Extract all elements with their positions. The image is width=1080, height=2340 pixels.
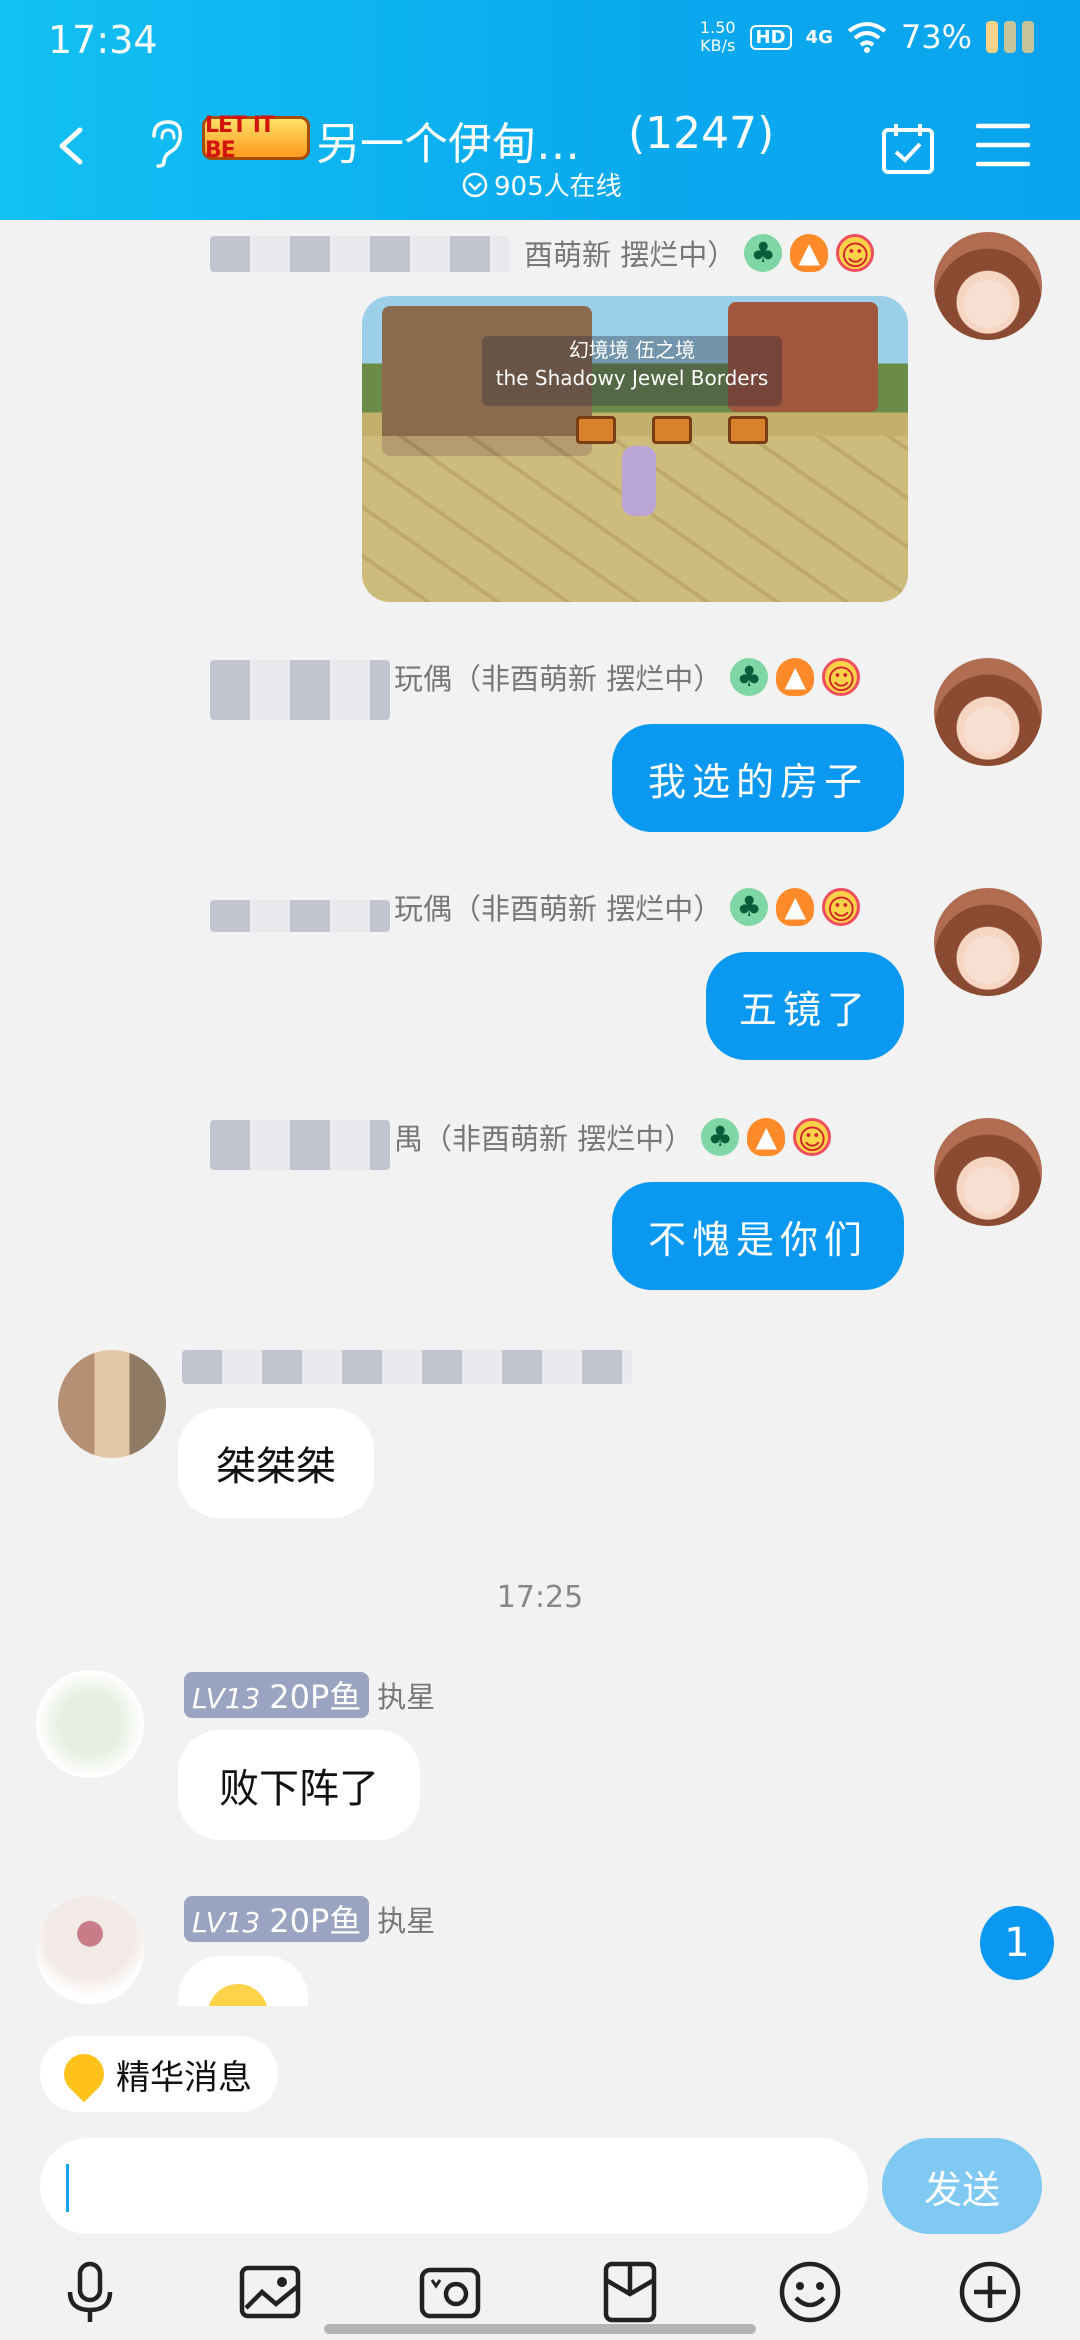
- battery-percent: 73%: [900, 18, 972, 56]
- text-caret: [66, 2164, 69, 2212]
- essence-messages-button[interactable]: 精华消息: [40, 2036, 278, 2112]
- level-text: LV13: [192, 1906, 261, 1939]
- sender-name: 禺（非酉萌新 摆烂中） ♣ ▲ ☺: [394, 1116, 832, 1158]
- online-status: 905人在线: [462, 166, 622, 203]
- dragon-badge-icon: ♣: [730, 658, 769, 696]
- avatar[interactable]: [934, 1118, 1042, 1226]
- ear-icon[interactable]: [146, 118, 186, 168]
- sender-info: LV13 20P鱼 执星: [184, 1672, 435, 1718]
- file-icon[interactable]: [596, 2258, 664, 2326]
- fire-badge-icon: ▲: [776, 888, 815, 926]
- status-bar: 17:34 1.50 KB/s HD 4G 73%: [0, 0, 1080, 80]
- message-input[interactable]: [40, 2138, 868, 2234]
- blurred-sender-name: [182, 1350, 632, 1384]
- sender-name-text: 酉萌新 摆烂中）: [524, 238, 737, 272]
- group-title[interactable]: 另一个伊甸…: [316, 108, 580, 172]
- hd-badge: HD: [749, 24, 792, 50]
- fire-badge-icon: ▲: [747, 1118, 786, 1156]
- group-logo: LET IT BE: [202, 113, 310, 163]
- avatar[interactable]: [934, 888, 1042, 996]
- image-chest: [652, 416, 692, 444]
- online-check-icon: [462, 172, 488, 197]
- battery-icon: [986, 21, 1050, 53]
- blurred-sender-name: [210, 1120, 390, 1170]
- message-bubble[interactable]: [178, 1956, 308, 2006]
- wifi-icon: [847, 22, 887, 53]
- avatar[interactable]: [934, 232, 1042, 340]
- dragon-badge-icon: ♣: [744, 234, 783, 272]
- dragon-badge-icon: ♣: [730, 888, 769, 926]
- game-screenshot-image[interactable]: 幻境境 伍之境 the Shadowy Jewel Borders: [362, 296, 908, 602]
- smile-badge-icon: ☺: [822, 658, 861, 696]
- message-bubble[interactable]: 五镜了: [706, 952, 904, 1060]
- chat-header: 17:34 1.50 KB/s HD 4G 73% LET IT BE 另一个伊甸…: [0, 0, 1080, 220]
- sender-name: 酉萌新 摆烂中） ♣ ▲ ☺: [524, 232, 875, 274]
- blurred-sender-name: [210, 900, 390, 932]
- image-banner-title: 幻境境 伍之境: [568, 338, 696, 362]
- avatar[interactable]: [934, 658, 1042, 766]
- avatar[interactable]: [58, 1350, 166, 1458]
- plus-circle-icon[interactable]: [956, 2258, 1024, 2326]
- unread-count-badge[interactable]: 1: [980, 1906, 1054, 1980]
- sender-info: LV13 20P鱼 执星: [184, 1896, 435, 1942]
- flame-drop-icon: [55, 2045, 113, 2103]
- blurred-sender-name: [210, 660, 390, 720]
- level-badge: LV13 20P鱼: [184, 1672, 370, 1718]
- dragon-badge-icon: ♣: [701, 1118, 740, 1156]
- input-panel: 精华消息 发送: [0, 2006, 1080, 2340]
- camera-icon[interactable]: [416, 2258, 484, 2326]
- calendar-check-icon[interactable]: [880, 120, 936, 176]
- member-title: 20P鱼: [269, 1678, 362, 1716]
- message-bubble[interactable]: 败下阵了: [178, 1730, 420, 1840]
- microphone-icon[interactable]: [56, 2258, 124, 2326]
- avatar[interactable]: [36, 1896, 144, 2004]
- fire-badge-icon: ▲: [776, 658, 815, 696]
- sender-name-text: 执星: [377, 1680, 436, 1714]
- chevron-left-icon[interactable]: [52, 126, 92, 166]
- level-badge: LV13 20P鱼: [184, 1896, 370, 1942]
- avatar[interactable]: [36, 1670, 144, 1778]
- online-text: 905人在线: [494, 172, 622, 202]
- fire-badge-icon: ▲: [790, 234, 829, 272]
- sender-name: 玩偶（非酉萌新 摆烂中） ♣ ▲ ☺: [394, 656, 861, 698]
- sender-name-text: 禺（非酉萌新 摆烂中）: [394, 1122, 694, 1156]
- smile-badge-icon: ☺: [793, 1118, 832, 1156]
- network-speed: 1.50 KB/s: [699, 18, 736, 55]
- level-text: LV13: [192, 1682, 261, 1715]
- blurred-sender-name: [210, 236, 510, 272]
- message-bubble[interactable]: 不愧是你们: [612, 1182, 904, 1290]
- status-time: 17:34: [48, 18, 158, 62]
- image-banner: 幻境境 伍之境 the Shadowy Jewel Borders: [482, 336, 782, 406]
- sender-name-text: 玩偶（非酉萌新 摆烂中）: [394, 892, 723, 926]
- nav-bar: LET IT BE 另一个伊甸… (1247) 905人在线: [0, 90, 1080, 210]
- message-bubble[interactable]: 桀桀桀: [178, 1408, 374, 1518]
- image-chest: [576, 416, 616, 444]
- status-indicators: 1.50 KB/s HD 4G 73%: [700, 18, 1050, 56]
- emoji-sticker-icon: [208, 1984, 268, 2006]
- essence-label: 精华消息: [116, 2057, 252, 2098]
- smile-badge-icon: ☺: [822, 888, 861, 926]
- image-banner-sub: the Shadowy Jewel Borders: [495, 366, 769, 390]
- sender-name: 玩偶（非酉萌新 摆烂中） ♣ ▲ ☺: [394, 886, 861, 928]
- message-list[interactable]: 酉萌新 摆烂中） ♣ ▲ ☺ 幻境境 伍之境 the Shadowy Jewel…: [0, 220, 1080, 2006]
- send-button[interactable]: 发送: [882, 2138, 1042, 2234]
- smile-badge-icon: ☺: [836, 234, 875, 272]
- emoji-icon[interactable]: [776, 2258, 844, 2326]
- image-chest: [728, 416, 768, 444]
- sender-name-text: 玩偶（非酉萌新 摆烂中）: [394, 662, 723, 696]
- time-separator: 17:25: [496, 1580, 584, 1615]
- member-title: 20P鱼: [269, 1902, 362, 1940]
- message-bubble[interactable]: 我选的房子: [612, 724, 904, 832]
- sender-name-text: 执星: [377, 1904, 436, 1938]
- image-character: [622, 446, 656, 516]
- home-indicator: [324, 2324, 756, 2334]
- image-icon[interactable]: [236, 2258, 304, 2326]
- signal-4g: 4G: [805, 26, 833, 48]
- member-count: (1247): [628, 108, 775, 159]
- hamburger-menu-icon[interactable]: [976, 122, 1030, 168]
